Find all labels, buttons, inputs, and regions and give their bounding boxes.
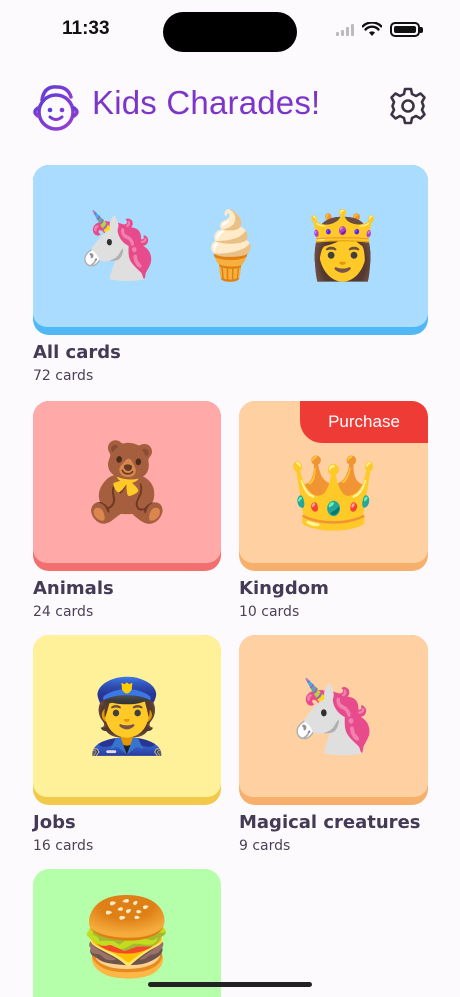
app-header: Kids Charades! [30, 80, 430, 136]
unicorn-emoji-icon: 🦄 [77, 207, 160, 284]
deck-count: 10 cards [239, 604, 300, 620]
signal-icon [336, 23, 354, 36]
deck-card-magical-creatures[interactable]: 🦄 [239, 635, 428, 805]
dynamic-island [163, 12, 297, 52]
police-officer-emoji-icon: 👮 [82, 674, 172, 758]
deck-title: Animals [33, 578, 114, 599]
deck-card-food[interactable]: 🍔 [33, 869, 221, 997]
deck-illustration: 🦄 🍦 👸 [33, 165, 428, 327]
deck-title: Jobs [33, 812, 76, 833]
deck-title: All cards [33, 342, 121, 363]
status-icons [336, 22, 423, 37]
app-title: Kids Charades! [92, 84, 321, 121]
deck-count: 16 cards [33, 838, 94, 854]
deck-title: Kingdom [239, 578, 329, 599]
unicorn-emoji-icon: 🦄 [288, 674, 379, 758]
status-time: 11:33 [62, 18, 110, 39]
battery-icon [390, 22, 423, 37]
ice-cream-emoji-icon: 🍦 [189, 207, 272, 284]
wifi-icon [362, 22, 382, 36]
deck-card-all-cards[interactable]: 🦄 🍦 👸 [33, 165, 428, 335]
deck-card-kingdom[interactable]: 👑 Purchase [239, 401, 428, 571]
teddy-bear-emoji-icon: 🧸 [79, 437, 175, 526]
kid-face-logo-icon [33, 85, 79, 131]
gear-icon[interactable] [388, 86, 428, 126]
deck-illustration: 🧸 [33, 401, 221, 563]
home-indicator[interactable] [148, 982, 312, 987]
princess-emoji-icon: 👸 [301, 207, 384, 284]
purchase-badge[interactable]: Purchase [300, 401, 428, 443]
deck-card-jobs[interactable]: 👮 [33, 635, 221, 805]
deck-count: 72 cards [33, 368, 94, 384]
deck-illustration: 👮 [33, 635, 221, 797]
deck-count: 24 cards [33, 604, 94, 620]
deck-card-animals[interactable]: 🧸 [33, 401, 221, 571]
crown-emoji-icon: 👑 [288, 450, 379, 534]
deck-count: 9 cards [239, 838, 291, 854]
deck-illustration: 🦄 [239, 635, 428, 797]
burger-emoji-icon: 🍔 [79, 892, 175, 981]
status-bar: 11:33 [0, 0, 460, 60]
deck-title: Magical creatures [239, 812, 421, 833]
